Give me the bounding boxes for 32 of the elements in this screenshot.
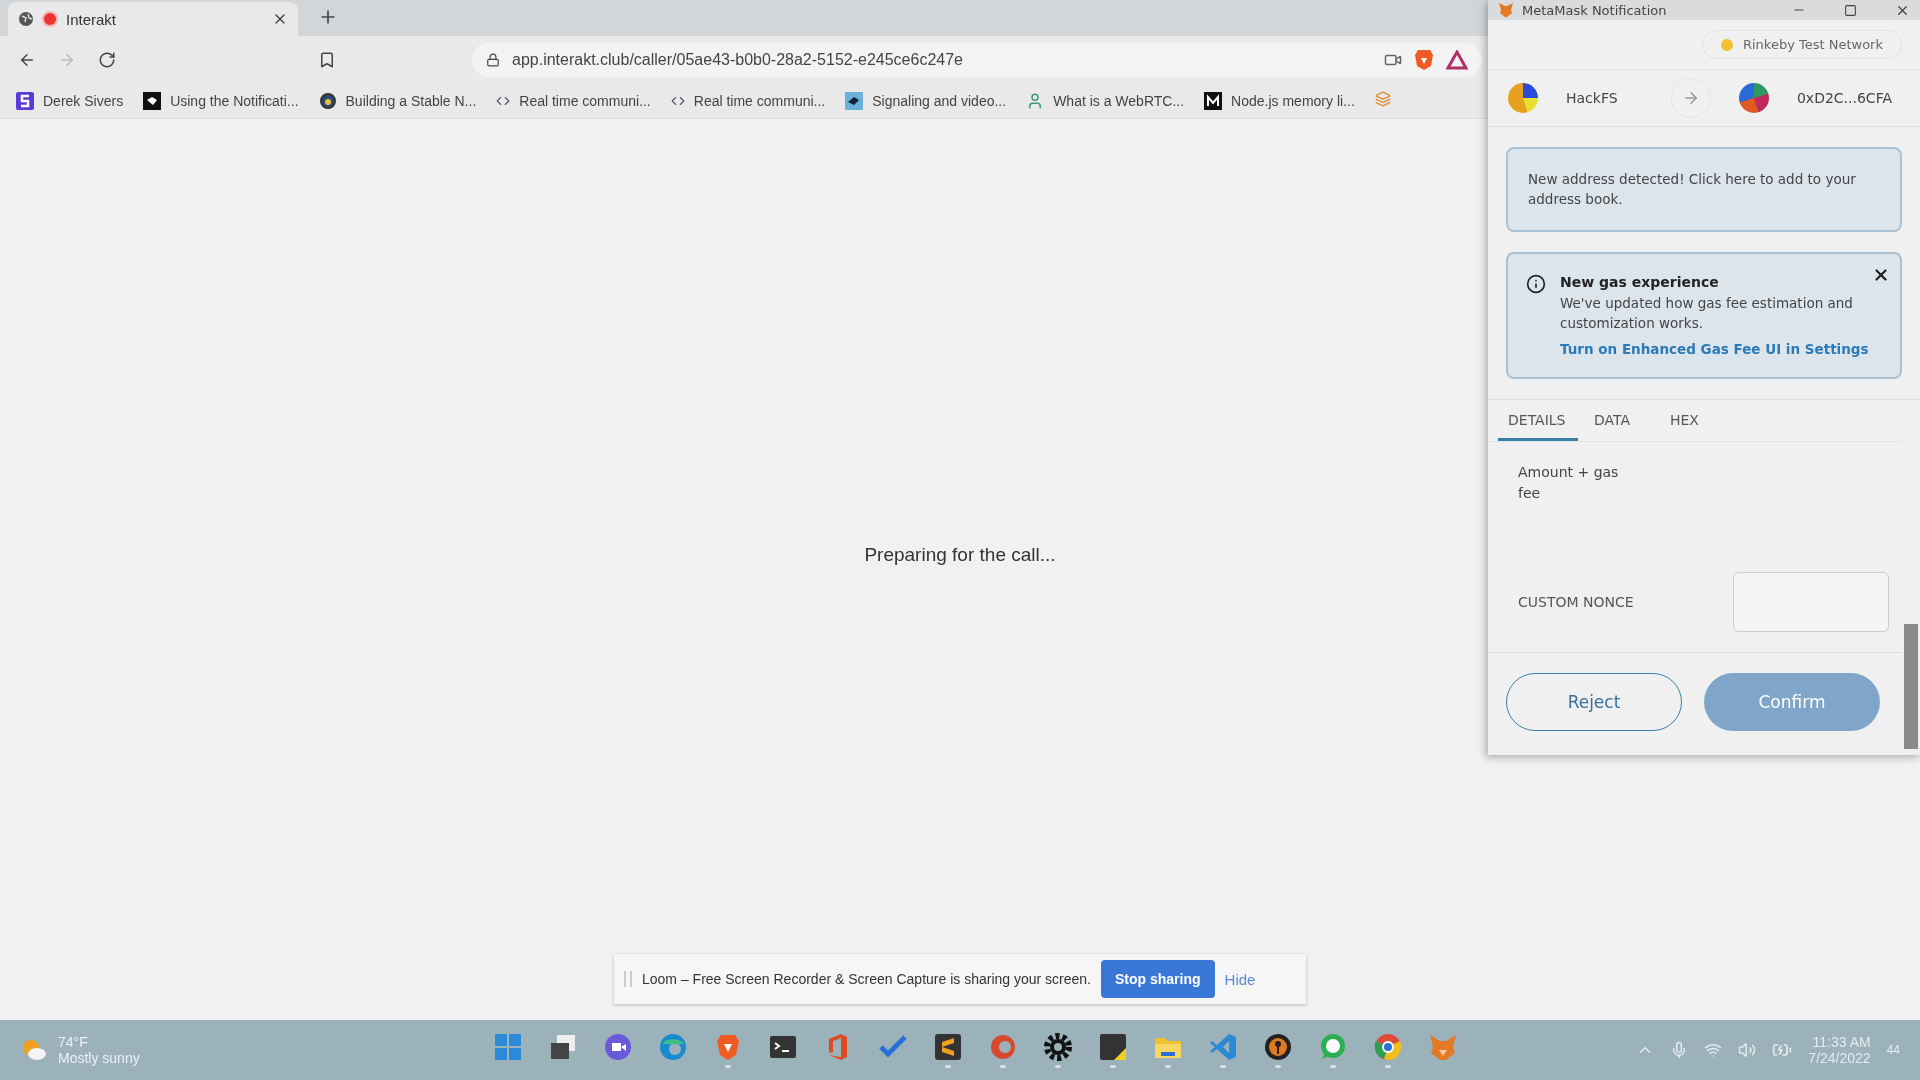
settings-link[interactable]: Turn on Enhanced Gas Fee UI in Settings — [1560, 339, 1869, 360]
bookmark-item[interactable]: Node.js memory li... — [1204, 92, 1355, 110]
bookmark-item[interactable]: What is a WebRTC... — [1026, 92, 1185, 110]
bookmark-item[interactable]: Building a Stable N... — [318, 92, 477, 110]
status-message: Preparing for the call... — [864, 543, 1056, 566]
panel-tab[interactable]: DETAILS — [1498, 400, 1578, 442]
clock-date: 7/24/2022 — [1808, 1050, 1871, 1066]
bookmark-item[interactable]: Derek Sivers — [16, 92, 124, 110]
reject-button[interactable]: Reject — [1506, 673, 1682, 732]
address-bar[interactable]: app.interakt.club/caller/05ae43-b0b0-28a2-5152-e245ce6c247e — [472, 43, 1482, 77]
notice-title: New gas experience — [1560, 272, 1720, 292]
clock-time: 11:33 AM — [1812, 1034, 1871, 1050]
recipient-address: 0xD2C...6CFA — [1796, 90, 1892, 106]
notice-body: We've updated how gas fee estimation and customization works. — [1560, 293, 1854, 333]
nonce-label: CUSTOM NONCE — [1518, 594, 1634, 611]
sharing-message: Loom – Free Screen Recorder & Screen Capture is sharing your screen. — [642, 971, 1091, 987]
weather-condition: Mostly sunny — [58, 1050, 140, 1066]
bookmark-item[interactable]: Signaling and video... — [845, 92, 1007, 110]
panel-tab[interactable]: HEX — [1660, 400, 1720, 442]
window-title: MetaMask Notification — [1522, 2, 1668, 18]
account-name: HackFS — [1566, 90, 1618, 106]
tab-title: Interakt — [66, 10, 118, 28]
temperature: 74°F — [58, 1034, 89, 1050]
browser-tab[interactable]: Interakt — [8, 2, 298, 36]
stop-sharing-button[interactable]: Stop sharing — [1101, 960, 1215, 998]
bookmark-item[interactable]: Real time communi... — [496, 93, 651, 109]
bookmark-item[interactable]: Using the Notificati... — [143, 92, 299, 110]
bookmark-item[interactable]: Real time communi... — [670, 93, 826, 109]
address-notice[interactable]: New address detected! Click here to add to your address book. — [1506, 147, 1902, 232]
panel-tab[interactable]: DATA — [1584, 400, 1654, 442]
amount-label: Amount + gas fee — [1517, 463, 1620, 504]
url-text: app.interakt.club/caller/05ae43-b0b0-28a2-5152-e245ce6c247e — [512, 51, 964, 69]
